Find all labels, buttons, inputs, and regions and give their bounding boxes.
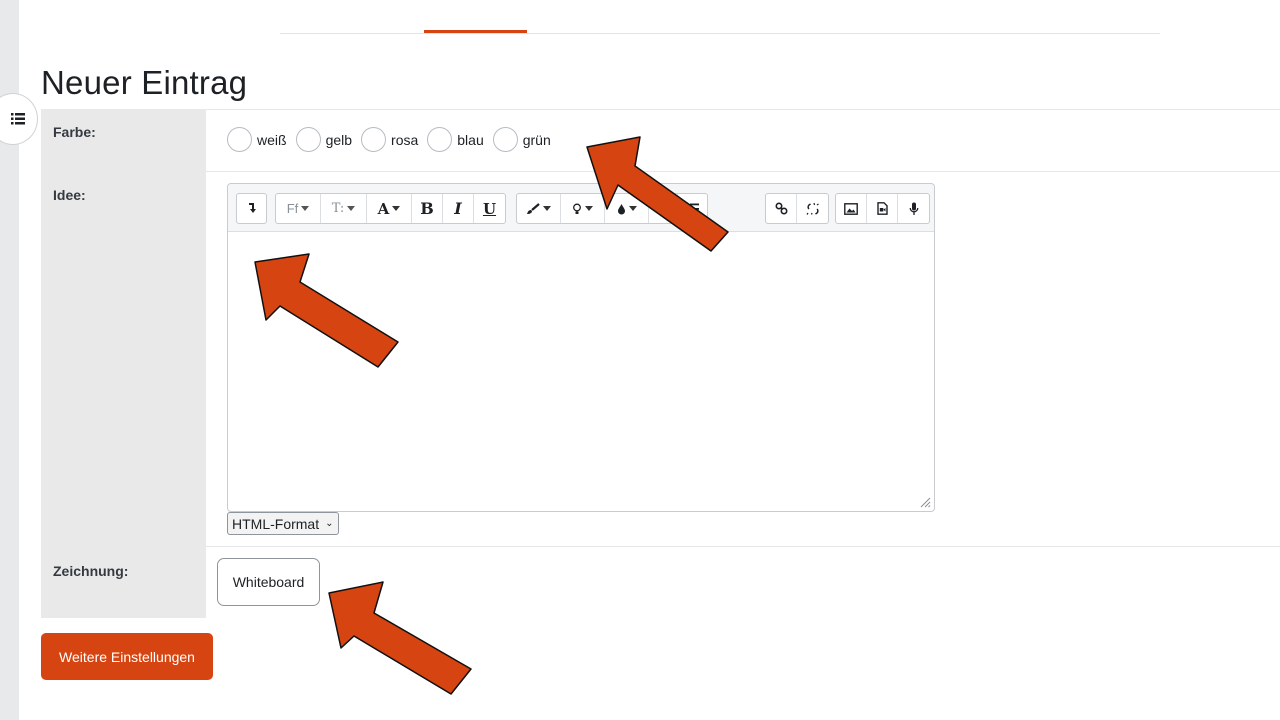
ordered-list-button[interactable] <box>678 194 707 223</box>
toolbar-group-links <box>765 193 829 224</box>
label-column <box>41 109 206 618</box>
radio-label: grün <box>522 131 551 148</box>
microphone-icon <box>909 202 918 215</box>
underline-label: U <box>482 199 497 218</box>
font-family-label: Ff <box>286 201 299 216</box>
caret-down-icon <box>543 206 551 211</box>
image-button[interactable] <box>836 194 867 223</box>
radio-option-rosa[interactable]: rosa <box>361 127 418 152</box>
row-divider <box>206 171 1280 172</box>
zeichnung-label: Zeichnung: <box>53 563 129 579</box>
undo-icon <box>248 203 256 213</box>
page-title: Neuer Eintrag <box>41 64 248 101</box>
radio-label: blau <box>457 131 484 148</box>
format-select[interactable]: HTML-Format ⌄ <box>227 512 339 535</box>
entry-form: Farbe: weiß gelb rosa blau grün Idee: Ff… <box>41 109 1280 618</box>
radio-option-weiss[interactable]: weiß <box>227 127 287 152</box>
farbe-radio-group: weiß gelb rosa blau grün <box>227 127 560 152</box>
caret-down-icon <box>585 206 593 211</box>
radio-button[interactable] <box>427 127 453 152</box>
caret-down-icon <box>628 206 637 211</box>
text-style-button[interactable]: A <box>367 194 412 223</box>
list-icon <box>11 113 25 125</box>
list-icon <box>656 203 670 205</box>
secondary-nav-divider <box>280 33 1160 34</box>
radio-label: rosa <box>391 131 419 148</box>
bold-label: B <box>420 199 434 218</box>
editor-toolbar: Ff T: A B I U <box>228 184 934 232</box>
toolbar-group-media <box>835 193 930 224</box>
unlink-icon <box>806 202 819 215</box>
ordered-list-icon <box>686 203 699 214</box>
brush-button[interactable] <box>517 194 561 223</box>
caret-down-icon <box>392 206 401 211</box>
text-style-label: A <box>377 199 390 218</box>
radio-button[interactable] <box>361 127 387 152</box>
font-family-button[interactable]: Ff <box>276 194 321 223</box>
italic-button[interactable]: I <box>443 194 474 223</box>
toolbar-toggle-button[interactable] <box>237 194 266 223</box>
radio-label: gelb <box>325 131 353 148</box>
row-divider <box>206 546 1280 547</box>
link-icon <box>774 202 788 215</box>
unordered-list-button[interactable] <box>649 194 678 223</box>
course-index-toggle[interactable] <box>0 93 38 145</box>
idee-label: Idee: <box>53 187 86 203</box>
caret-down-icon <box>347 206 356 211</box>
row-divider <box>206 109 1280 110</box>
more-settings-button[interactable]: Weitere Einstellungen <box>41 633 213 680</box>
media-icon <box>876 202 888 215</box>
font-size-label: T: <box>331 201 345 216</box>
text-color-button[interactable] <box>605 194 649 223</box>
radio-option-gruen[interactable]: grün <box>492 127 551 152</box>
unlink-button[interactable] <box>797 194 828 223</box>
underline-button[interactable]: U <box>474 194 505 223</box>
farbe-label: Farbe: <box>53 124 96 140</box>
radio-button[interactable] <box>227 127 252 152</box>
highlight-button[interactable] <box>561 194 605 223</box>
radio-option-gelb[interactable]: gelb <box>295 127 353 152</box>
radio-button[interactable] <box>492 127 518 152</box>
whiteboard-button[interactable]: Whiteboard <box>217 558 320 606</box>
media-button[interactable] <box>867 194 898 223</box>
italic-label: I <box>454 199 462 218</box>
link-button[interactable] <box>766 194 797 223</box>
secondary-nav-active-indicator <box>424 30 527 33</box>
drop-icon <box>617 203 625 214</box>
bold-button[interactable]: B <box>412 194 443 223</box>
rich-text-editor[interactable]: Ff T: A B I U <box>227 183 935 512</box>
radio-label: weiß <box>257 131 287 148</box>
editor-content-area[interactable] <box>228 232 934 511</box>
resize-handle-icon[interactable] <box>919 496 931 508</box>
toolbar-group-color <box>516 193 708 224</box>
chevron-down-icon: ⌄ <box>325 518 334 529</box>
lightbulb-icon <box>573 203 581 214</box>
radio-button[interactable] <box>295 127 321 152</box>
brush-icon <box>527 202 540 214</box>
image-icon <box>844 202 858 215</box>
record-audio-button[interactable] <box>898 194 929 223</box>
format-select-value: HTML-Format <box>232 515 320 532</box>
font-size-button[interactable]: T: <box>321 194 367 223</box>
toolbar-group-font: Ff T: A B I U <box>275 193 506 224</box>
caret-down-icon <box>301 206 310 211</box>
radio-option-blau[interactable]: blau <box>427 127 484 152</box>
toolbar-group-collapse <box>236 193 267 224</box>
